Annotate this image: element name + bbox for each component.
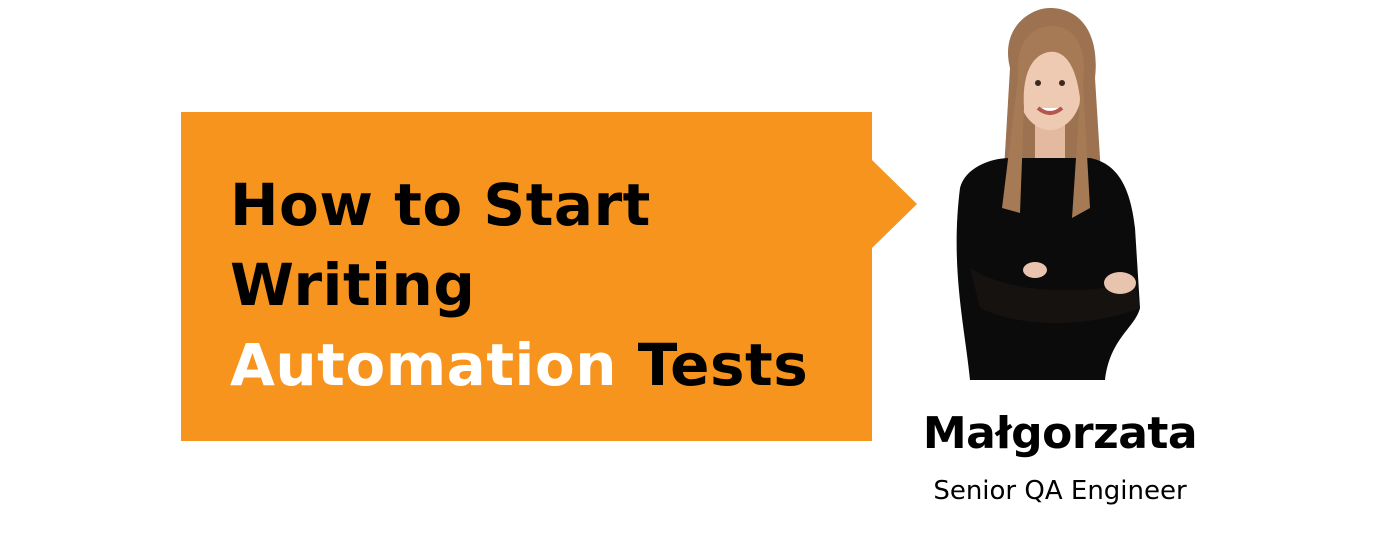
title-line-3-rest: Tests <box>617 331 809 399</box>
banner-title: How to Start Writing Automation Tests <box>230 165 808 405</box>
title-line-1: How to Start <box>230 171 651 239</box>
title-highlight: Automation <box>230 331 618 399</box>
author-role: Senior QA Engineer <box>933 476 1187 506</box>
title-line-2: Writing <box>230 251 476 319</box>
author-portrait <box>956 8 1140 380</box>
author-name: Małgorzata <box>922 408 1198 459</box>
